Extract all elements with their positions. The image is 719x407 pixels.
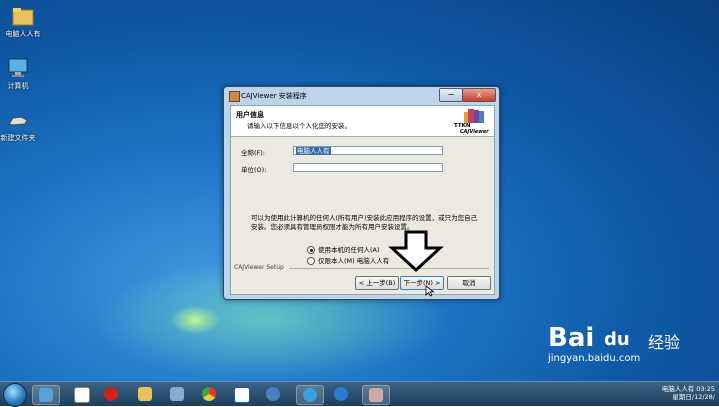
s-app-icon <box>303 388 317 402</box>
install-scope-description: 可以为使用此计算机的任何人(所有用户)安装此应用程序的设置，或只为您自己安装。您… <box>251 214 478 231</box>
desktop-icon-label: 电脑人人有 <box>5 30 41 38</box>
folder-icon <box>12 6 34 26</box>
installer-app-icon <box>229 91 240 102</box>
computer-icon <box>7 58 29 78</box>
settings-icon <box>170 387 184 401</box>
watermark-paw: du <box>604 329 630 350</box>
taskbar-installer[interactable] <box>362 385 390 405</box>
document-icon <box>74 387 90 403</box>
desktop-icon-folder[interactable]: 电脑人人有 <box>1 6 45 39</box>
radio-all-users[interactable]: 使用本机的任何人(A) <box>307 244 380 254</box>
red-app-icon <box>104 387 118 401</box>
taskbar-ie[interactable] <box>328 385 354 403</box>
radio-selected-icon <box>307 246 315 254</box>
taskbar-app-1[interactable] <box>68 385 94 403</box>
taskbar-app-7[interactable] <box>260 385 286 403</box>
radio-all-users-label: 使用本机的任何人(A) <box>318 246 380 254</box>
fullname-label: 全称(F): <box>241 149 266 157</box>
mouse-cursor-icon <box>425 285 435 297</box>
globe-icon <box>266 387 280 401</box>
org-input[interactable] <box>293 163 443 172</box>
desktop-icon-label: 计算机 <box>7 82 29 90</box>
desktop-icon-label: 新建文件夹 <box>0 134 36 142</box>
ie-icon <box>334 387 348 401</box>
window-client: 用户信息 请输入以下信息以个人化您的安装。 TTKN CAJViewer 全称(… <box>230 105 495 295</box>
taskbar-show-desktop[interactable] <box>32 385 60 405</box>
watermark-jingyan: 经验 <box>648 333 681 352</box>
baidu-watermark: Bai du 经验 jingyan.baidu.com <box>548 323 708 383</box>
fullname-input[interactable]: 电脑人人有 <box>293 146 443 155</box>
header-subtitle: 请输入以下信息以个人化您的安装。 <box>247 122 351 130</box>
taskbar-app-4[interactable] <box>164 385 190 403</box>
cancel-button[interactable]: 取消 <box>447 276 491 290</box>
radio-only-me-label: 仅限本人(M) 电脑人人有 <box>318 257 390 265</box>
cajviewer-logo-icon: TTKN CAJViewer <box>454 108 489 135</box>
taskbar-app-3[interactable] <box>132 385 158 403</box>
watermark-bai: Bai <box>548 323 595 353</box>
dialog-header: 用户信息 请输入以下信息以个人化您的安装。 TTKN CAJViewer <box>231 106 494 137</box>
tiger-app-icon <box>7 110 29 130</box>
taskbar-chrome[interactable] <box>196 385 222 403</box>
setup-section-label: CAJViewer Setup <box>234 264 284 271</box>
back-button[interactable]: < 上一步(B) <box>355 276 399 290</box>
clock-line-2: 星期日/12/28/ <box>672 393 715 401</box>
word-icon <box>234 387 250 403</box>
window-title: CAJViewer 安装程序 <box>241 92 307 100</box>
close-button[interactable]: x <box>462 88 496 102</box>
taskbar-app-8[interactable] <box>296 385 324 405</box>
radio-unselected-icon <box>307 257 315 265</box>
window-titlebar[interactable]: CAJViewer 安装程序 − x <box>224 87 499 105</box>
watermark-url: jingyan.baidu.com <box>548 353 641 364</box>
desktop-icon <box>39 388 53 402</box>
logo-subtext: CAJViewer <box>460 129 489 135</box>
next-button[interactable]: 下一步(N) > <box>400 276 444 290</box>
clock-line-1: 电脑人人有 03:25 <box>661 385 715 393</box>
minimize-button[interactable]: − <box>439 88 463 102</box>
taskbar-app-6[interactable] <box>228 385 254 403</box>
wallpaper-flare <box>170 305 220 335</box>
desktop-icon-computer[interactable]: 计算机 <box>0 58 40 91</box>
start-button[interactable] <box>3 383 27 407</box>
folder-icon <box>138 387 152 401</box>
desktop-icon-app[interactable]: 新建文件夹 <box>0 110 40 143</box>
taskbar: 电脑人人有 03:25 星期日/12/28/ <box>0 381 719 407</box>
fullname-value: 电脑人人有 <box>296 147 331 155</box>
header-title: 用户信息 <box>236 111 264 119</box>
installer-icon <box>369 388 383 402</box>
taskbar-app-2[interactable] <box>98 385 124 403</box>
system-clock[interactable]: 电脑人人有 03:25 星期日/12/28/ <box>653 385 715 401</box>
chrome-icon <box>202 387 216 401</box>
installer-window: CAJViewer 安装程序 − x 用户信息 请输入以下信息以个人化您的安装。… <box>223 86 500 300</box>
org-label: 单位(O): <box>241 166 267 174</box>
radio-only-me[interactable]: 仅限本人(M) 电脑人人有 <box>307 255 389 265</box>
down-arrow-annotation-icon <box>388 230 444 272</box>
